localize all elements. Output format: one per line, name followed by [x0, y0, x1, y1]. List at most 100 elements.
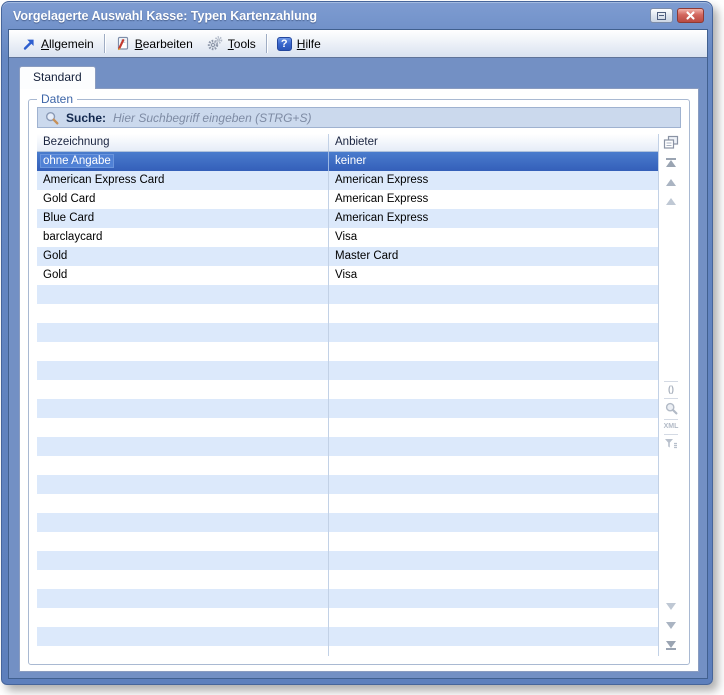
- table-row[interactable]: American Express CardAmerican Express: [37, 171, 658, 190]
- table-row[interactable]: [37, 494, 658, 513]
- menu-allgemein[interactable]: Allgemein: [15, 34, 101, 54]
- table-cell[interactable]: Master Card: [329, 247, 658, 266]
- menu-bearbeiten[interactable]: Bearbeiten: [108, 33, 200, 54]
- table-cell[interactable]: [37, 399, 329, 418]
- table-row[interactable]: [37, 608, 658, 627]
- table-row[interactable]: [37, 285, 658, 304]
- table-row[interactable]: [37, 342, 658, 361]
- table-row[interactable]: GoldVisa: [37, 266, 658, 285]
- zoom-icon[interactable]: [665, 402, 678, 415]
- table-cell[interactable]: [329, 646, 658, 656]
- row-up-icon[interactable]: [666, 198, 676, 205]
- table-cell[interactable]: Gold: [37, 266, 329, 285]
- table-cell[interactable]: ohne Angabe: [37, 152, 329, 171]
- table-cell[interactable]: [37, 456, 329, 475]
- table-cell[interactable]: American Express Card: [37, 171, 329, 190]
- table-cell[interactable]: Gold: [37, 247, 329, 266]
- page-down-icon[interactable]: [666, 622, 676, 629]
- table-cell[interactable]: [329, 551, 658, 570]
- table-row[interactable]: [37, 418, 658, 437]
- table-row[interactable]: GoldMaster Card: [37, 247, 658, 266]
- table-cell[interactable]: [37, 646, 329, 656]
- table-cell[interactable]: Visa: [329, 228, 658, 247]
- table-cell[interactable]: [37, 475, 329, 494]
- table-cell[interactable]: [37, 570, 329, 589]
- column-header-anbieter[interactable]: Anbieter: [329, 134, 658, 151]
- table-cell[interactable]: [37, 437, 329, 456]
- table-row[interactable]: [37, 456, 658, 475]
- table-row[interactable]: ohne Angabekeiner: [37, 152, 658, 171]
- table-cell[interactable]: Gold Card: [37, 190, 329, 209]
- table-row[interactable]: [37, 627, 658, 646]
- table-cell[interactable]: [37, 323, 329, 342]
- table-cell[interactable]: [37, 513, 329, 532]
- table-row[interactable]: [37, 513, 658, 532]
- table-cell[interactable]: [329, 418, 658, 437]
- table-cell[interactable]: [37, 608, 329, 627]
- filter-icon[interactable]: [664, 438, 678, 449]
- table-row[interactable]: [37, 380, 658, 399]
- table-cell[interactable]: [329, 475, 658, 494]
- column-header-bezeichnung[interactable]: Bezeichnung: [37, 134, 329, 151]
- table-cell[interactable]: [37, 380, 329, 399]
- table-row[interactable]: [37, 323, 658, 342]
- table-cell[interactable]: [329, 304, 658, 323]
- parentheses-icon[interactable]: (): [668, 385, 674, 394]
- table-cell[interactable]: [37, 285, 329, 304]
- table-cell[interactable]: [329, 380, 658, 399]
- table-row[interactable]: [37, 589, 658, 608]
- table-cell[interactable]: [329, 285, 658, 304]
- table-cell[interactable]: barclaycard: [37, 228, 329, 247]
- table-cell[interactable]: American Express: [329, 171, 658, 190]
- table-cell[interactable]: [329, 342, 658, 361]
- table-row[interactable]: [37, 532, 658, 551]
- table-cell[interactable]: [37, 532, 329, 551]
- table-cell[interactable]: [37, 418, 329, 437]
- table-row[interactable]: [37, 304, 658, 323]
- column-chooser-icon[interactable]: [663, 135, 679, 150]
- go-last-button[interactable]: [666, 641, 676, 650]
- table-cell[interactable]: [329, 589, 658, 608]
- table-row[interactable]: Blue CardAmerican Express: [37, 209, 658, 228]
- table-cell[interactable]: [37, 342, 329, 361]
- table-cell[interactable]: [329, 513, 658, 532]
- xml-icon[interactable]: XML: [664, 423, 679, 430]
- table-cell[interactable]: American Express: [329, 209, 658, 228]
- table-cell[interactable]: [329, 494, 658, 513]
- close-button[interactable]: [677, 8, 704, 23]
- table-cell[interactable]: [37, 304, 329, 323]
- table-cell[interactable]: [329, 323, 658, 342]
- table-cell[interactable]: Blue Card: [37, 209, 329, 228]
- table-row[interactable]: [37, 551, 658, 570]
- table-cell[interactable]: [329, 627, 658, 646]
- titlebar[interactable]: Vorgelagerte Auswahl Kasse: Typen Karten…: [2, 2, 712, 29]
- table-cell[interactable]: [37, 627, 329, 646]
- table-row[interactable]: [37, 646, 658, 656]
- table-row[interactable]: [37, 399, 658, 418]
- table-cell[interactable]: Visa: [329, 266, 658, 285]
- table-cell[interactable]: [329, 361, 658, 380]
- page-up-icon[interactable]: [666, 179, 676, 186]
- table-cell[interactable]: [37, 589, 329, 608]
- table-cell[interactable]: [37, 551, 329, 570]
- table-cell[interactable]: [329, 456, 658, 475]
- tab-standard[interactable]: Standard: [19, 66, 96, 89]
- table-cell[interactable]: [329, 399, 658, 418]
- search-bar[interactable]: Suche: Hier Suchbegriff eingeben (STRG+S…: [37, 107, 681, 128]
- table-cell[interactable]: American Express: [329, 190, 658, 209]
- table-cell[interactable]: [329, 570, 658, 589]
- table-row[interactable]: [37, 361, 658, 380]
- menu-tools[interactable]: Tools: [200, 33, 263, 54]
- table-row[interactable]: [37, 437, 658, 456]
- row-down-icon[interactable]: [666, 603, 676, 610]
- table-cell[interactable]: [329, 608, 658, 627]
- table-cell[interactable]: [37, 361, 329, 380]
- table-row[interactable]: [37, 475, 658, 494]
- table-row[interactable]: [37, 570, 658, 589]
- table-row[interactable]: Gold CardAmerican Express: [37, 190, 658, 209]
- restore-button[interactable]: [650, 8, 673, 23]
- table-cell[interactable]: [37, 494, 329, 513]
- search-input-placeholder[interactable]: Hier Suchbegriff eingeben (STRG+S): [113, 111, 311, 125]
- go-first-button[interactable]: [666, 158, 676, 167]
- table-cell[interactable]: [329, 532, 658, 551]
